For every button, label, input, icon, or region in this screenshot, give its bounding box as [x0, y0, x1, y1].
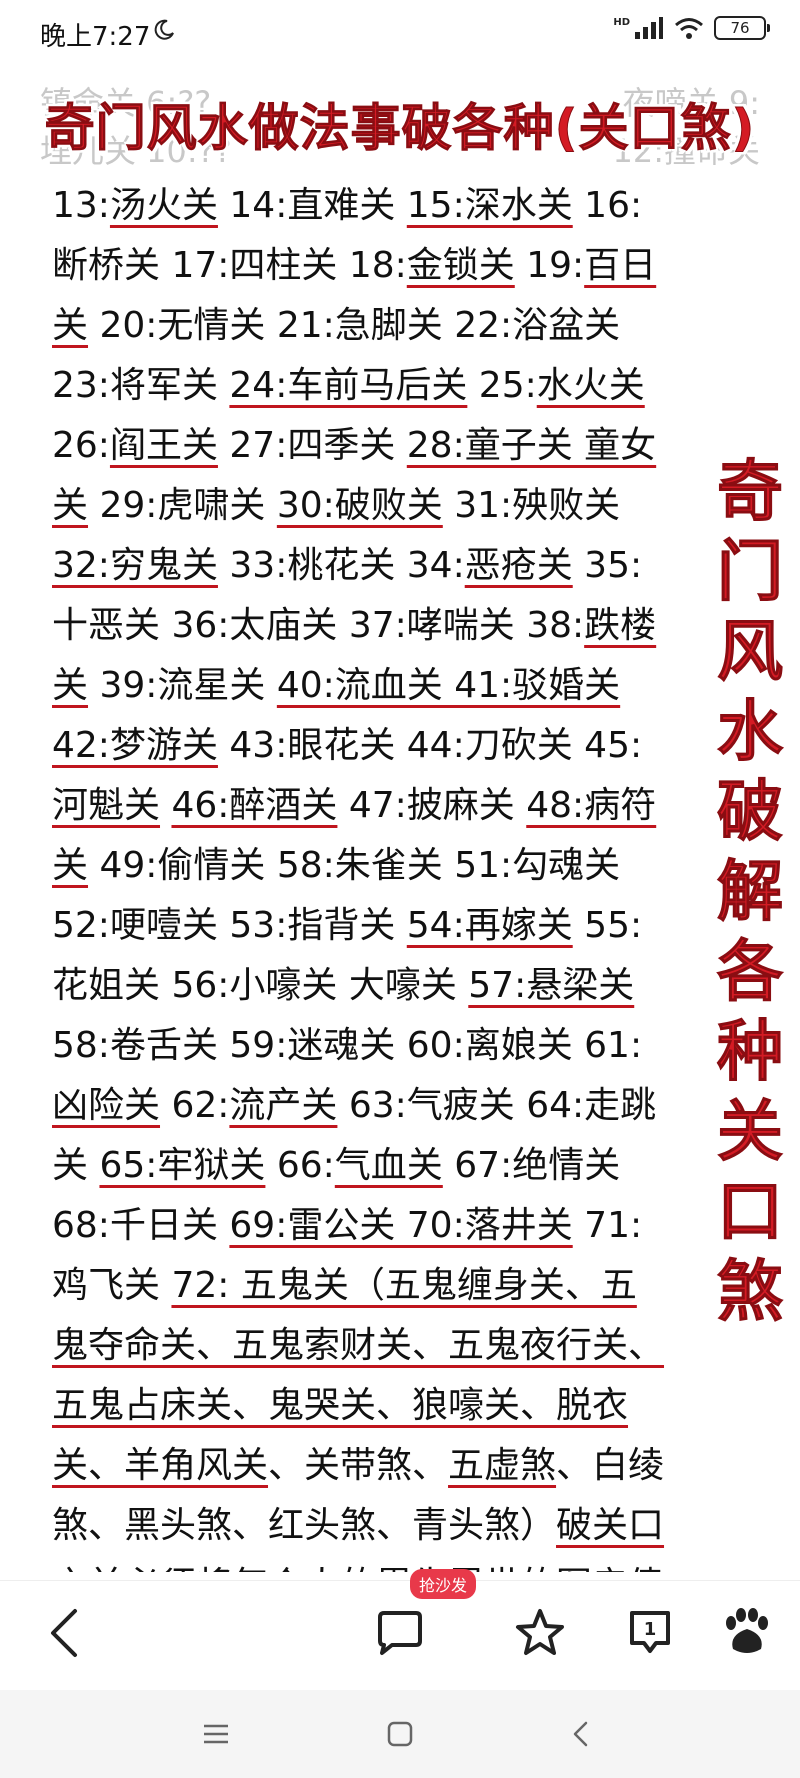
- side-title-char: 关: [717, 1093, 784, 1171]
- underlined-text-segment: 57:悬梁关: [468, 965, 635, 1006]
- text-segment: 14:直难关: [217, 185, 407, 226]
- text-segment: 31:殃败关: [442, 485, 621, 526]
- text-segment: 43:眼花关 44:刀砍关 45:: [217, 725, 643, 766]
- bookmark-icon: 1: [630, 1611, 670, 1653]
- moon-icon: [154, 19, 174, 40]
- home-icon[interactable]: [384, 1718, 416, 1750]
- text-segment: 66:: [265, 1145, 335, 1186]
- text-segment: 26:: [52, 425, 110, 466]
- underlined-text-segment: 汤火关: [109, 185, 218, 226]
- underlined-text-segment: 24:车前马后关: [229, 365, 468, 406]
- baidu-button[interactable]: [710, 1601, 780, 1665]
- underlined-text-segment: 15:深水关: [406, 185, 573, 226]
- status-bar: 晚上7:27 HD 76: [0, 0, 800, 72]
- underlined-text-segment: 凶险关: [52, 1085, 161, 1126]
- system-nav-bar: [0, 1690, 800, 1778]
- underlined-text-segment: 65:牢狱关: [99, 1145, 266, 1186]
- battery-indicator: 76: [714, 16, 770, 40]
- underlined-text-segment: 46:醉酒关: [171, 785, 338, 826]
- favorite-button[interactable]: [500, 1601, 580, 1665]
- nav-back-icon[interactable]: [566, 1718, 598, 1750]
- text-segment: 33:桃花关 34:: [217, 545, 465, 586]
- underlined-text-segment: 金锁关: [406, 245, 515, 286]
- underlined-text-segment: 30:破败关: [276, 485, 443, 526]
- bookmark-button[interactable]: 1: [610, 1601, 690, 1665]
- text-segment: 13:: [52, 185, 110, 226]
- body-text: 13:汤火关 14:直难关 15:深水关 16:断桥关 17:四柱关 18:金锁…: [52, 176, 672, 1572]
- baidu-paw-icon: [726, 1608, 768, 1653]
- comment-badge: 抢沙发: [410, 1569, 477, 1599]
- side-title-char: 门: [717, 533, 784, 611]
- underlined-text-segment: 流产关: [229, 1085, 338, 1126]
- text-segment: [160, 785, 171, 826]
- side-title-char: 种: [717, 1013, 784, 1091]
- underlined-text-segment: 69:雷公关 70:落井关: [229, 1205, 573, 1246]
- star-icon: [516, 1609, 564, 1655]
- text-segment: 27:四季关: [217, 425, 407, 466]
- side-title-char: 水: [717, 693, 784, 771]
- status-icons: HD 76: [613, 16, 770, 40]
- text-segment: 29:虎啸关: [88, 485, 277, 526]
- underlined-text-segment: 32:穷鬼关: [52, 545, 218, 586]
- back-icon: [51, 1609, 77, 1657]
- back-button[interactable]: [30, 1601, 100, 1665]
- side-title-char: 风: [717, 613, 784, 691]
- side-title-char: 煞: [717, 1253, 784, 1331]
- text-segment: 62:: [160, 1085, 230, 1126]
- signal-icon: [635, 17, 663, 39]
- side-vertical-title: 奇门风水破解各种关口煞: [700, 452, 800, 1332]
- text-segment: 58:卷舌关 59:迷魂关 60:离娘关 61:: [52, 1025, 643, 1066]
- text-segment: 19:: [514, 245, 585, 286]
- side-title-char: 各: [717, 933, 784, 1011]
- side-title-char: 口: [717, 1173, 784, 1251]
- bottom-toolbar: 抢沙发 1: [0, 1569, 800, 1691]
- text-segment: 25:: [467, 365, 537, 406]
- hd-label: HD: [613, 17, 630, 28]
- wifi-icon: [675, 18, 703, 39]
- status-time: 晚上7:27: [40, 22, 151, 52]
- menu-icon[interactable]: [200, 1718, 232, 1750]
- comment-icon: [378, 1611, 422, 1655]
- side-title-char: 破: [717, 773, 784, 851]
- underlined-text-segment: 恶疮关: [464, 545, 573, 586]
- text-segment: 39:流星关: [88, 665, 277, 706]
- bookmark-count: 1: [644, 1619, 657, 1640]
- banner-title: 奇门风水做法事破各种(关口煞): [44, 99, 756, 158]
- comment-button[interactable]: [360, 1601, 440, 1665]
- side-title-char: 奇: [717, 453, 784, 531]
- text-segment: 47:披麻关: [337, 785, 527, 826]
- post-image-content: 镇命关 6:?? 夜啼关 9: 埋儿关 10:?? 12:撞命关 奇门风水做法事…: [0, 72, 800, 1572]
- underlined-text-segment: 气血关: [334, 1145, 443, 1186]
- underlined-text-segment: 阎王关: [109, 425, 218, 466]
- underlined-text-segment: 54:再嫁关: [406, 905, 573, 946]
- underlined-text-segment: 水火关: [536, 365, 645, 406]
- side-title-char: 解: [717, 853, 784, 931]
- underlined-text-segment: 五虚煞: [448, 1445, 557, 1486]
- text-segment: 、关带煞、: [268, 1445, 449, 1486]
- underlined-text-segment: 河魁关: [52, 785, 161, 826]
